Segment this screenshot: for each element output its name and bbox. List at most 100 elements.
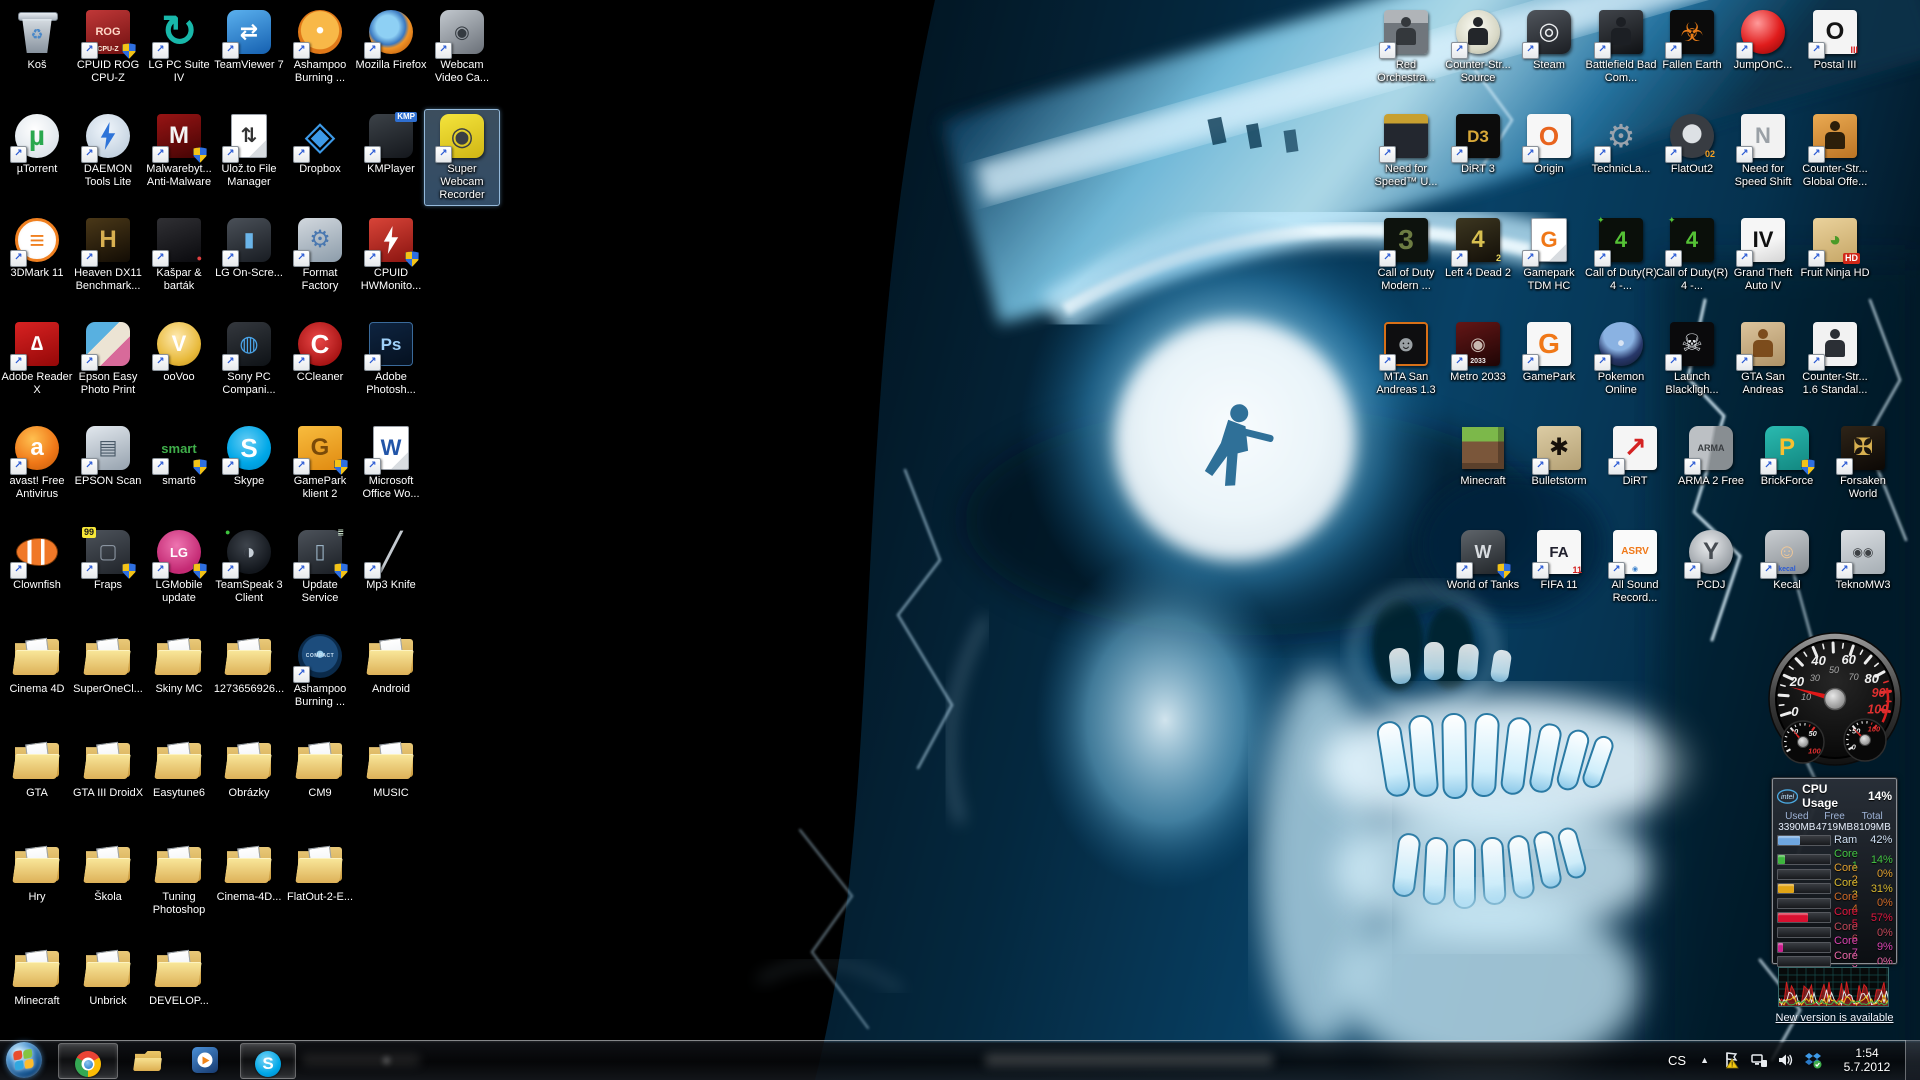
desktop-icon[interactable]: ▯≣↗Update Service — [282, 525, 358, 609]
desktop-icon[interactable]: ↗Epson Easy Photo Print — [70, 317, 146, 401]
desktop-icon[interactable]: OIII↗Postal III — [1797, 5, 1873, 76]
desktop-icon[interactable]: 4✦↗Call of Duty(R) 4 -... — [1654, 213, 1730, 297]
desktop-icon[interactable]: ♻Koš — [0, 5, 75, 76]
desktop-icon[interactable]: ●↗Kašpar & barták — [141, 213, 217, 297]
desktop-icon[interactable]: Easytune6 — [141, 733, 217, 804]
desktop-icon[interactable]: ≡↗3DMark 11 — [0, 213, 75, 284]
desktop-icon[interactable]: ↗CPUID HWMonito... — [353, 213, 429, 297]
desktop-icon[interactable]: ↗Mozilla Firefox — [353, 5, 429, 76]
desktop-icon[interactable]: C↗CCleaner — [282, 317, 358, 388]
desktop-icon[interactable]: 1273656926... — [211, 629, 287, 700]
show-desktop-button[interactable] — [1905, 1040, 1920, 1080]
desktop-icon[interactable]: FA11↗FIFA 11 — [1521, 525, 1597, 596]
desktop-icon[interactable]: ╱↗Mp3 Knife — [353, 525, 429, 596]
desktop-icon[interactable]: ↻↗LG PC Suite IV — [141, 5, 217, 89]
desktop-icon[interactable]: 4✦↗Call of Duty(R) 4 -... — [1583, 213, 1659, 297]
explorer-taskbar-button[interactable] — [134, 1049, 160, 1075]
desktop-icon[interactable]: LG↗LGMobile update — [141, 525, 217, 609]
desktop-icon[interactable]: O↗Origin — [1511, 109, 1587, 180]
desktop-icon[interactable]: ↗JumpOnC... — [1725, 5, 1801, 76]
desktop-icon[interactable]: Cinema-4D... — [211, 837, 287, 908]
desktop-icon[interactable]: a↗avast! Free Antivirus — [0, 421, 75, 505]
desktop-icon[interactable]: µ↗µTorrent — [0, 109, 75, 180]
desktop-icon[interactable]: W↗Microsoft Office Wo... — [353, 421, 429, 505]
desktop-icon[interactable]: Hry — [0, 837, 75, 908]
desktop-icon[interactable]: ASRV◉↗All Sound Record... — [1597, 525, 1673, 609]
desktop-icon[interactable]: Ps↗Adobe Photosh... — [353, 317, 429, 401]
desktop-icon[interactable]: Tuning Photoshop — [141, 837, 217, 921]
desktop-icon[interactable]: ◍↗Sony PC Compani... — [211, 317, 287, 401]
desktop-icon[interactable]: ROGCPU-Z↗CPUID ROG CPU-Z — [70, 5, 146, 89]
desktop-icon[interactable]: H↗Heaven DX11 Benchmark... — [70, 213, 146, 297]
skype-taskbar-button[interactable]: S — [240, 1043, 296, 1079]
desktop-icon[interactable]: ☠↗Launch Blackligh... — [1654, 317, 1730, 401]
desktop-icon[interactable]: CM9 — [282, 733, 358, 804]
desktop-icon[interactable]: 42↗Left 4 Dead 2 — [1440, 213, 1516, 284]
desktop-icon[interactable]: ◎↗Steam — [1511, 5, 1587, 76]
desktop-icon[interactable]: Skiny MC — [141, 629, 217, 700]
desktop-icon[interactable]: COMPACT↗Ashampoo Burning ... — [282, 629, 358, 713]
network-icon[interactable] — [1750, 1051, 1768, 1069]
desktop-icon[interactable]: ⚙↗TechnicLa... — [1583, 109, 1659, 180]
desktop-icon[interactable]: G↗Gamepark TDM HC — [1511, 213, 1587, 297]
desktop-icon[interactable]: ⚙↗Format Factory — [282, 213, 358, 297]
desktop-icon[interactable]: Minecraft — [1445, 421, 1521, 492]
desktop-icon[interactable]: Minecraft — [0, 941, 75, 1012]
desktop-icon[interactable]: ◕HD↗Fruit Ninja HD — [1797, 213, 1873, 284]
desktop-icon[interactable]: ↗Battlefield Bad Com... — [1583, 5, 1659, 89]
desktop-icon[interactable]: ↗Red Orchestra... — [1368, 5, 1444, 89]
desktop-icon[interactable]: ☣↗Fallen Earth — [1654, 5, 1730, 76]
desktop-icon[interactable]: ◉◉↗TeknoMW3 — [1825, 525, 1901, 596]
start-button[interactable] — [6, 1042, 42, 1078]
desktop-icon[interactable]: ✱↗Bulletstorm — [1521, 421, 1597, 492]
desktop-icon[interactable]: ▤↗EPSON Scan — [70, 421, 146, 492]
desktop-icon[interactable]: MUSIC — [353, 733, 429, 804]
desktop-icon[interactable]: •↗Pokemon Online — [1583, 317, 1659, 401]
desktop-icon[interactable]: ▮↗LG On-Scre... — [211, 213, 287, 284]
media-player-taskbar-button[interactable] — [192, 1047, 218, 1073]
volume-icon[interactable] — [1777, 1051, 1795, 1069]
desktop-icon[interactable]: ↗Counter-Str... Source — [1440, 5, 1516, 89]
clock[interactable]: 1:54 5.7.2012 — [1835, 1046, 1899, 1074]
desktop-icon[interactable]: FlatOut-2-E... — [282, 837, 358, 908]
desktop-icon[interactable]: DEVELOP... — [141, 941, 217, 1012]
show-hidden-icons-button[interactable]: ▲ — [1700, 1055, 1709, 1065]
desktop-icon[interactable]: ↗Need for Speed™ U... — [1368, 109, 1444, 193]
desktop-icon[interactable]: GTA — [0, 733, 75, 804]
desktop-icon[interactable]: smart↗smart6 — [141, 421, 217, 492]
desktop-icon[interactable]: ↗Counter-Str... Global Offe... — [1797, 109, 1873, 193]
desktop-icon[interactable]: Obrázky — [211, 733, 287, 804]
desktop-icon[interactable]: G↗GamePark klient 2 — [282, 421, 358, 505]
desktop-icon[interactable]: ◉2033↗Metro 2033 — [1440, 317, 1516, 388]
desktop-icon[interactable]: Unbrick — [70, 941, 146, 1012]
language-indicator[interactable]: CS — [1668, 1053, 1686, 1068]
new-version-link[interactable]: New version is available — [1773, 1010, 1896, 1024]
desktop-icon[interactable]: ↗GTA San Andreas — [1725, 317, 1801, 401]
desktop-icon[interactable]: W↗World of Tanks — [1445, 525, 1521, 596]
desktop-icon[interactable]: Y↗PCDJ — [1673, 525, 1749, 596]
desktop-icon[interactable]: ☻↗MTA San Andreas 1.3 — [1368, 317, 1444, 401]
cpu-speedometer-gadget[interactable]: 0204060809010010305070050100500100 — [1765, 631, 1905, 786]
desktop-icon[interactable]: Cinema 4D — [0, 629, 75, 700]
desktop-icon[interactable]: Škola — [70, 837, 146, 908]
desktop-icon[interactable]: IV↗Grand Theft Auto IV — [1725, 213, 1801, 297]
desktop-icon[interactable]: V↗ooVoo — [141, 317, 217, 388]
desktop-icon[interactable]: SuperOneCl... — [70, 629, 146, 700]
desktop-icon[interactable]: G↗GamePark — [1511, 317, 1587, 388]
desktop-icon[interactable]: ⇅↗Ulož.to File Manager — [211, 109, 287, 193]
desktop-icon[interactable]: ✠↗Forsaken World — [1825, 421, 1901, 505]
desktop-icon[interactable]: S↗Skype — [211, 421, 287, 492]
desktop-icon[interactable]: ☺kecal↗Kecal — [1749, 525, 1825, 596]
desktop-icon[interactable]: ⇄↗TeamViewer 7 — [211, 5, 287, 76]
chrome-taskbar-button[interactable] — [58, 1043, 118, 1079]
desktop-icon[interactable]: ARMA↗ARMA 2 Free — [1673, 421, 1749, 492]
dropbox-tray-icon[interactable] — [1804, 1051, 1822, 1069]
cpu-usage-gadget[interactable]: intel CPU Usage 14% UsedFreeTotal 3390MB… — [1772, 778, 1897, 964]
desktop-icon[interactable]: 3↗Call of Duty Modern ... — [1368, 213, 1444, 297]
desktop-icon[interactable]: P↗BrickForce — [1749, 421, 1825, 492]
action-center-flag-icon[interactable]: ! — [1723, 1051, 1741, 1069]
desktop-icon[interactable]: ◈↗Dropbox — [282, 109, 358, 180]
desktop-icon[interactable]: ∆↗Adobe Reader X — [0, 317, 75, 401]
desktop-icon[interactable]: ◑●↗TeamSpeak 3 Client — [211, 525, 287, 609]
desktop-icon[interactable]: ◉↗Webcam Video Ca... — [424, 5, 500, 89]
